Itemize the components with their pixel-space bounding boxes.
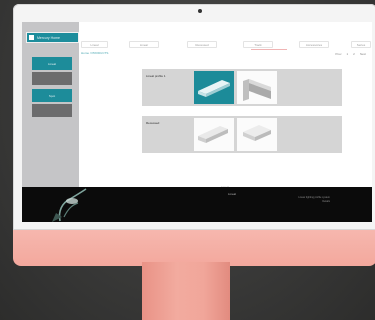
breadcrumb[interactable]: Home / PRODUCTS <box>81 51 108 55</box>
camera-dot <box>198 9 202 13</box>
pagination: Prev 1 2 Next <box>335 52 366 56</box>
pagination-prev[interactable]: Prev <box>335 52 341 56</box>
active-tab-indicator <box>251 49 287 50</box>
lamp-sculpture-image <box>52 188 87 222</box>
pagination-next[interactable]: Next <box>360 52 366 56</box>
product-row-1[interactable]: Lineal profile 1 <box>142 69 342 106</box>
sidebar-button-2[interactable] <box>32 72 72 85</box>
banner-text-line[interactable]: Details <box>322 200 330 203</box>
tab-3[interactable]: Recessed <box>187 41 217 48</box>
lighting-profile-icon <box>243 125 271 141</box>
monitor-chin <box>13 230 375 266</box>
screen: Mercury Home Lineal Spot Lineal Linear R… <box>22 22 372 222</box>
monitor-bezel: Mercury Home Lineal Spot Lineal Linear R… <box>13 4 375 230</box>
lighting-profile-icon <box>198 126 228 143</box>
logo-text: Mercury Home <box>37 35 60 40</box>
sidebar-button-3[interactable]: Spot <box>32 89 72 102</box>
imac-monitor: Mercury Home Lineal Spot Lineal Linear R… <box>13 4 375 266</box>
pagination-page-1[interactable]: 1 <box>346 52 348 56</box>
hero-banner: Lineal Linear lighting profile system De… <box>22 187 372 222</box>
pagination-page-2[interactable]: 2 <box>353 52 355 56</box>
product-thumbnail[interactable] <box>194 71 234 104</box>
tab-6[interactable]: Series <box>351 41 371 48</box>
tab-5[interactable]: Accessories <box>299 41 329 48</box>
product-row-label: Lineal profile 1 <box>146 74 166 78</box>
lighting-profile-icon <box>243 79 271 101</box>
sidebar-button-1[interactable]: Lineal <box>32 57 72 70</box>
monitor-stand <box>142 262 230 320</box>
lighting-profile-icon <box>198 80 230 97</box>
sidebar-button-4[interactable] <box>32 104 72 117</box>
product-thumbnail[interactable] <box>237 118 277 151</box>
banner-caption: Lineal <box>228 192 237 196</box>
tab-1[interactable]: Lineal <box>81 41 108 48</box>
banner-text-line: Linear lighting profile system <box>298 196 330 199</box>
tab-2[interactable]: Linear <box>129 41 159 48</box>
product-row-label: Recessed <box>146 121 160 125</box>
product-thumbnail[interactable] <box>194 118 234 151</box>
logo[interactable]: Mercury Home <box>26 32 79 43</box>
product-thumbnail[interactable] <box>237 71 277 104</box>
top-tab-bar: Lineal Linear Recessed Track Accessories… <box>79 22 372 58</box>
product-row-2[interactable]: Recessed <box>142 116 342 153</box>
tab-4[interactable]: Track <box>243 41 273 48</box>
logo-icon <box>29 35 34 40</box>
